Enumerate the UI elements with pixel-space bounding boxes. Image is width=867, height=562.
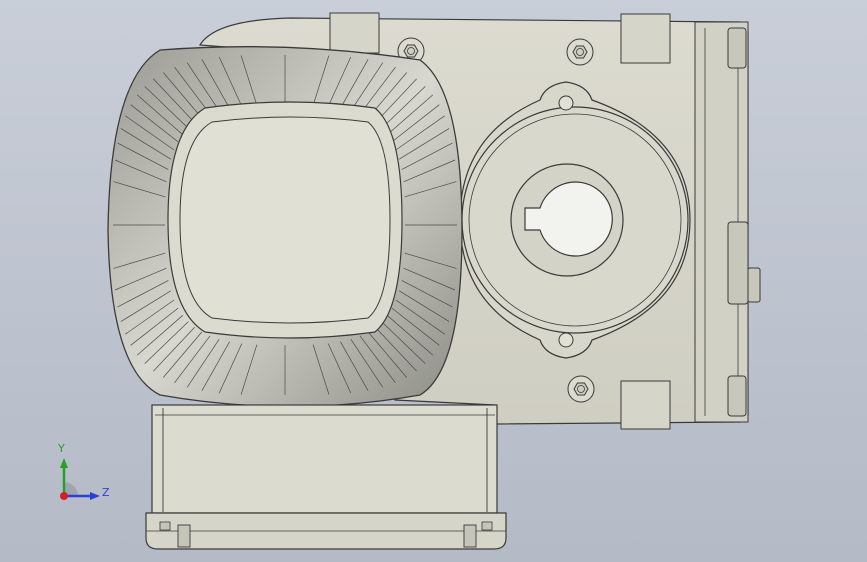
graphics-viewport[interactable]: Y Z [0,0,867,562]
axis-y-label: Y [58,442,65,455]
hex-bolt-icon [566,38,594,66]
terminal-box[interactable] [145,404,507,550]
triad-icon: Y Z [40,438,120,510]
hex-bolt-icon [567,375,595,403]
model-view[interactable] [0,0,867,562]
motor-fin-housing[interactable] [107,46,463,408]
axis-z-label: Z [102,486,110,499]
